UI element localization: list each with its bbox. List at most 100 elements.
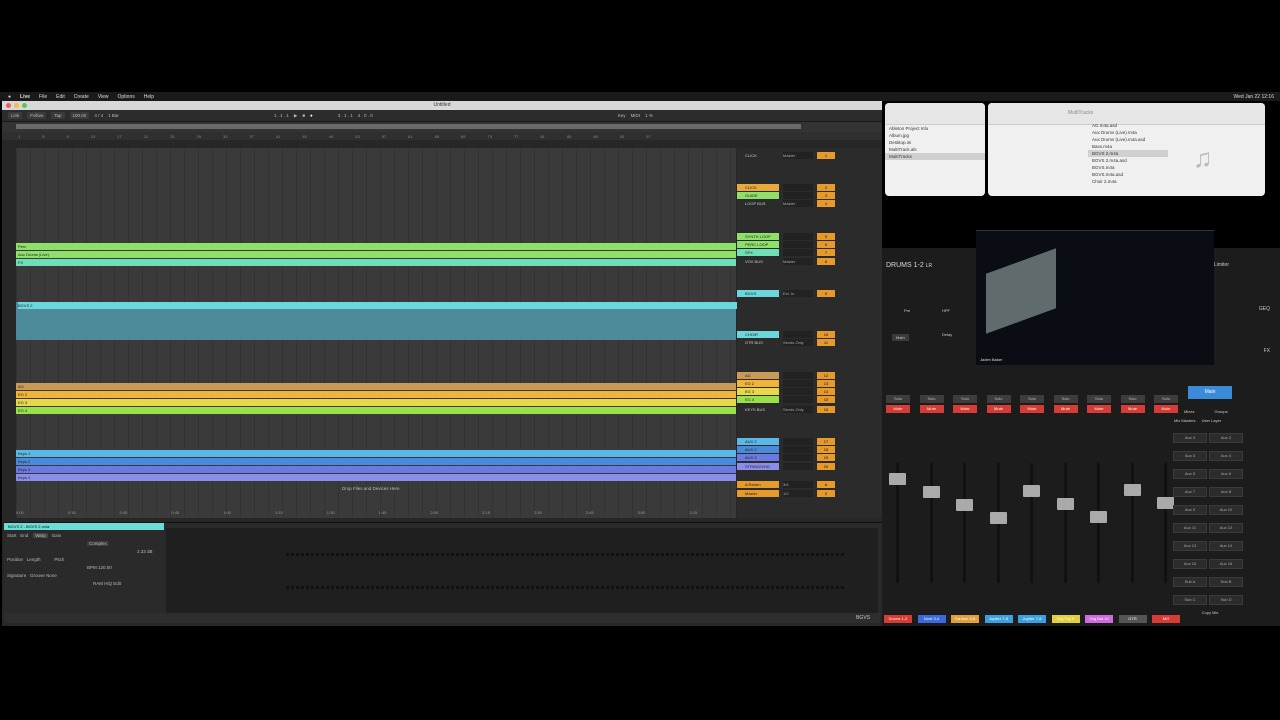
file-item[interactable]: MultiTracks [885, 153, 985, 160]
track-activator[interactable]: 1 [817, 152, 835, 159]
file-item[interactable]: Desktop.ini [885, 139, 985, 146]
maximize-icon[interactable] [22, 103, 27, 108]
edit-button[interactable]: Edit [113, 581, 121, 586]
routing-select[interactable]: Master [783, 200, 813, 207]
channel-label[interactable]: Drums 1-2 [884, 615, 912, 623]
track-name[interactable]: VOX BUS [737, 258, 779, 265]
aux-mix-button[interactable]: Aux 4 [1209, 451, 1243, 461]
clip[interactable]: Keys 3 [16, 466, 736, 473]
limiter-label[interactable]: Limiter [1214, 262, 1229, 268]
file-item[interactable]: Choir 2.m4a [1088, 178, 1168, 185]
aux-mix-button[interactable]: Aux 16 [1209, 559, 1243, 569]
fader-track[interactable] [1063, 463, 1067, 583]
groups-tab[interactable]: Groups [1214, 409, 1227, 414]
clip[interactable]: Keys 4 [16, 474, 736, 481]
track-name[interactable]: AUX 3 [737, 454, 779, 461]
aux-mix-button[interactable]: Aux 15 [1173, 559, 1207, 569]
solo-button[interactable]: Solo [986, 395, 1011, 403]
channel-label[interactable]: Jupiter 7-8 [1018, 615, 1046, 623]
track-header[interactable]: AUX 3 19 [737, 454, 882, 461]
track-header[interactable]: EG 4 15 [737, 396, 882, 403]
channel-label[interactable]: Org Bot 10 [1085, 615, 1113, 623]
aux-mix-button[interactable]: Aux 13 [1173, 541, 1207, 551]
track-activator[interactable]: 15 [817, 396, 835, 403]
groove-value[interactable]: None [46, 573, 57, 578]
solo-button[interactable]: Solo [1053, 395, 1078, 403]
track-activator[interactable]: 16 [817, 406, 835, 413]
track-header[interactable]: EG 3 14 [737, 388, 882, 395]
menu-file[interactable]: File [39, 94, 47, 100]
track-header[interactable]: BGVS Ext. In 9 [737, 290, 882, 297]
track-name[interactable]: LOOP BUS [737, 200, 779, 207]
sample-waveform[interactable] [166, 528, 878, 613]
track-header[interactable]: CHOIR 10 [737, 331, 882, 338]
file-item[interactable]: BGVS.m4a.asd [1088, 171, 1168, 178]
aux-mix-button[interactable]: Aux 12 [1209, 523, 1243, 533]
time-signature[interactable]: 4 / 4 [94, 113, 103, 118]
mute-button[interactable]: Mute [1053, 405, 1078, 413]
fx-button[interactable]: FX [1264, 348, 1270, 354]
aux-mix-button[interactable]: Aux 8 [1209, 487, 1243, 497]
track-name[interactable]: EG 4 [737, 396, 779, 403]
fader-cap[interactable] [989, 512, 1007, 524]
fader-cap[interactable] [889, 473, 906, 485]
menu-options[interactable]: Options [118, 94, 135, 100]
time-ruler[interactable]: 0:00 0:15 0:30 0:45 1:00 1:15 1:30 1:45 2:00 2:15… [16, 510, 801, 517]
track-header[interactable]: SYNTH LOOP 5 [737, 233, 882, 240]
track-name[interactable]: AUX 2 [737, 438, 779, 445]
routing-select[interactable] [783, 233, 813, 240]
aux-mix-button[interactable]: Aux 7 [1173, 487, 1207, 497]
routing-select[interactable] [783, 241, 813, 248]
fader-cap[interactable] [1123, 484, 1141, 496]
file-item[interactable]: BGVS 2.m4a [1088, 150, 1168, 157]
track-name[interactable]: CLICK [737, 184, 779, 191]
routing-select[interactable] [783, 446, 813, 453]
channel-label[interactable]: Org Top 9 [1051, 615, 1080, 623]
file-item[interactable]: Aux Drums (Live).m4a.asd [1088, 136, 1168, 143]
clip[interactable]: BGVS 2 [16, 302, 738, 340]
arrangement-overview[interactable] [2, 122, 882, 132]
main-assign[interactable]: Main [892, 334, 909, 341]
track-name[interactable]: BGVS [737, 290, 779, 297]
fader-track[interactable] [1164, 463, 1167, 583]
follow-button[interactable]: Follow [27, 112, 47, 119]
bpm-value[interactable]: 120.00 [98, 565, 112, 570]
track-header[interactable]: PERC LOOP 6 [737, 241, 882, 248]
file-item[interactable]: Bass.m4a [1088, 143, 1168, 150]
warp-button[interactable]: Warp [33, 533, 48, 538]
aux-mix-button[interactable]: Aux 3 [1173, 451, 1207, 461]
mute-button[interactable]: Mute [1087, 405, 1111, 413]
warp-mode[interactable]: Complex [87, 541, 109, 546]
track-name[interactable]: GUIDE [737, 192, 779, 199]
track-header[interactable]: CLICK Master 1 [737, 152, 882, 159]
clip[interactable]: AG [16, 383, 736, 390]
mixes-tab[interactable]: Mixes [1184, 409, 1194, 414]
file-item[interactable]: AG.m4a.asd [1088, 122, 1168, 129]
routing-select[interactable]: Sends Only [783, 406, 813, 413]
track-activator[interactable]: 2 [817, 184, 835, 191]
file-item[interactable]: BGVS.m4a [1088, 164, 1168, 171]
menu-edit[interactable]: Edit [56, 94, 65, 100]
file-item[interactable]: Album.jpg [885, 132, 985, 139]
loop-length[interactable]: 4 . 0 . 0 [358, 113, 373, 118]
fader-cap[interactable] [922, 486, 940, 498]
routing-select[interactable]: 3/4 [783, 481, 813, 488]
routing-select[interactable] [783, 388, 813, 395]
apple-icon[interactable]: ● [8, 94, 11, 100]
track-name[interactable]: A Return [737, 481, 779, 488]
song-position[interactable]: 1 . 1 . 1 [274, 113, 289, 118]
track-header[interactable]: STRINGS/HO 20 [737, 463, 882, 470]
fader-track[interactable] [1030, 463, 1033, 583]
routing-select[interactable] [783, 249, 813, 256]
routing-select[interactable]: Master [783, 258, 813, 265]
channel-label[interactable]: GTR [1118, 615, 1147, 623]
aux-mix-button[interactable]: Aux 14 [1209, 541, 1243, 551]
track-activator[interactable]: 7 [817, 249, 835, 256]
arrangement-area[interactable]: Perc Aux Drums (Live) FX BGVS 2 AG EG 2 … [16, 148, 738, 518]
clip[interactable]: EG 3 [16, 399, 736, 406]
track-header[interactable]: EG 2 13 [737, 380, 882, 387]
track-activator[interactable]: 6 [817, 241, 835, 248]
track-header[interactable]: AG 12 [737, 372, 882, 379]
track-header[interactable]: KEYS BUS Sends Only 16 [737, 406, 882, 413]
mute-button[interactable]: Mute [886, 405, 910, 413]
